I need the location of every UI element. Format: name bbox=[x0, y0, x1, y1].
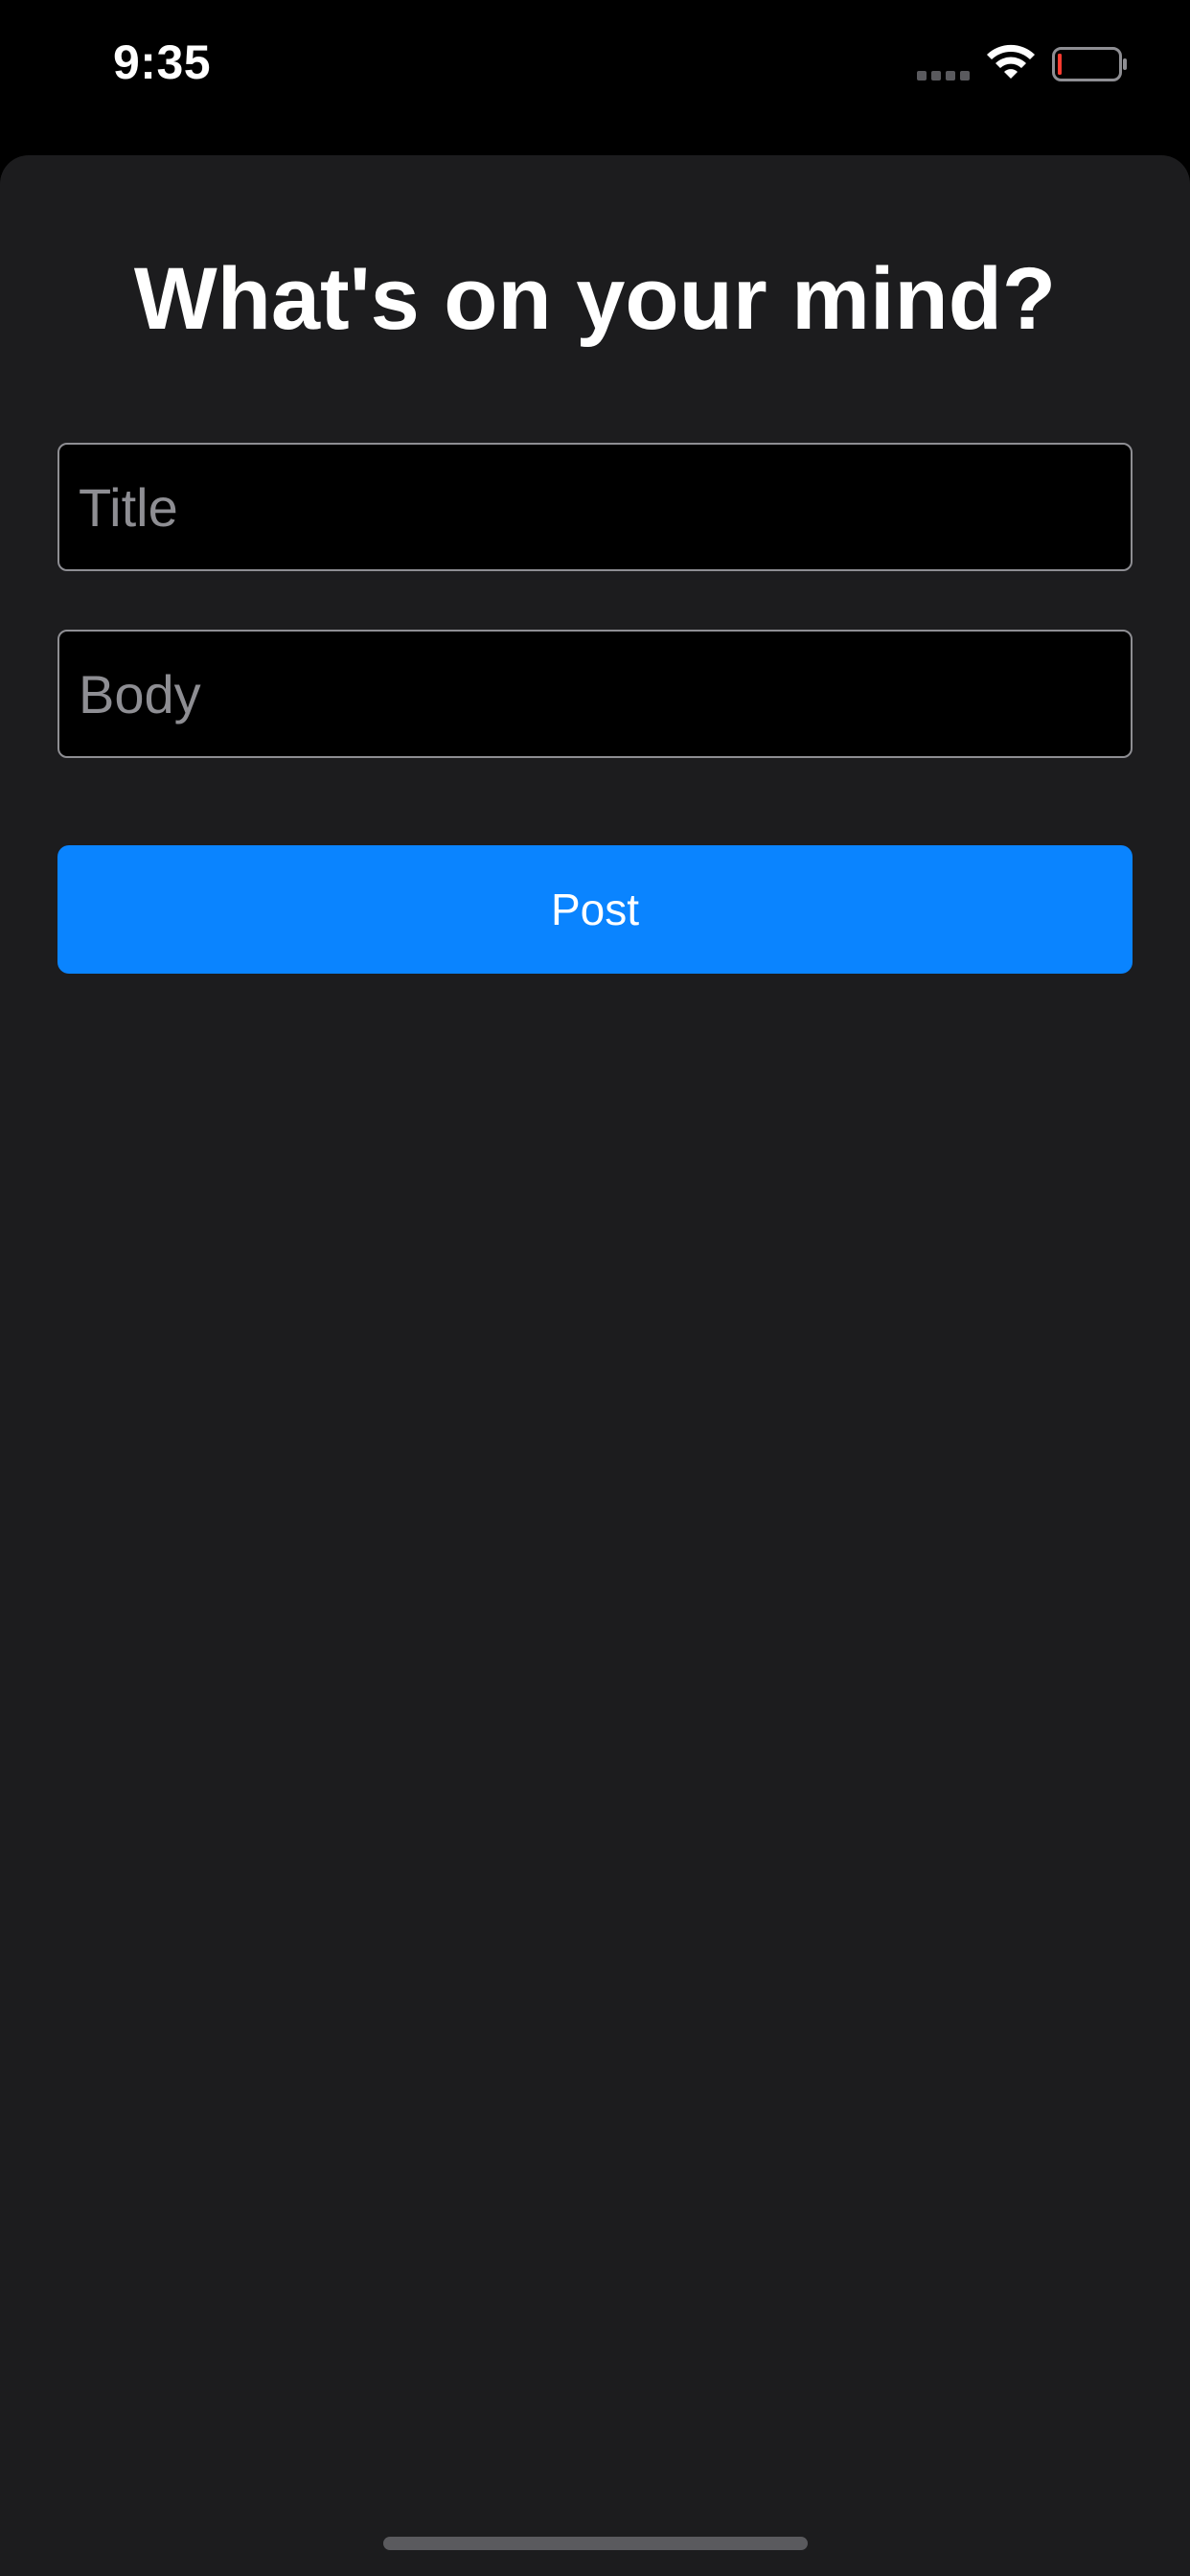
battery-low-icon bbox=[1052, 47, 1127, 81]
home-indicator[interactable] bbox=[383, 2537, 808, 2550]
status-bar: 9:35 bbox=[0, 0, 1190, 153]
cellular-signal-icon bbox=[917, 71, 973, 80]
post-button[interactable]: Post bbox=[57, 845, 1133, 974]
title-input[interactable] bbox=[57, 443, 1133, 571]
status-time: 9:35 bbox=[113, 35, 212, 89]
body-input[interactable] bbox=[57, 630, 1133, 758]
compose-screen: 9:35 What's on your mind? Post bbox=[0, 0, 1190, 2576]
wifi-icon bbox=[987, 44, 1035, 79]
page-title: What's on your mind? bbox=[133, 250, 1057, 348]
